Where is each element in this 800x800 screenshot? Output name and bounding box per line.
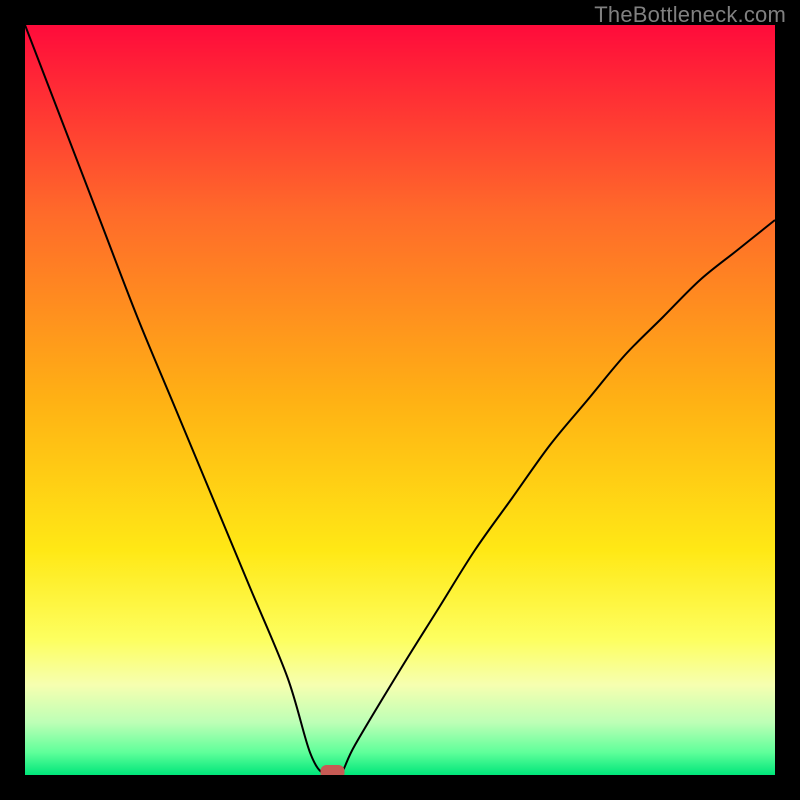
chart-frame: TheBottleneck.com: [0, 0, 800, 800]
chart-svg: [25, 25, 775, 775]
plot-area: [25, 25, 775, 775]
gradient-background: [25, 25, 775, 775]
optimal-marker: [321, 765, 345, 775]
watermark-text: TheBottleneck.com: [594, 2, 786, 28]
